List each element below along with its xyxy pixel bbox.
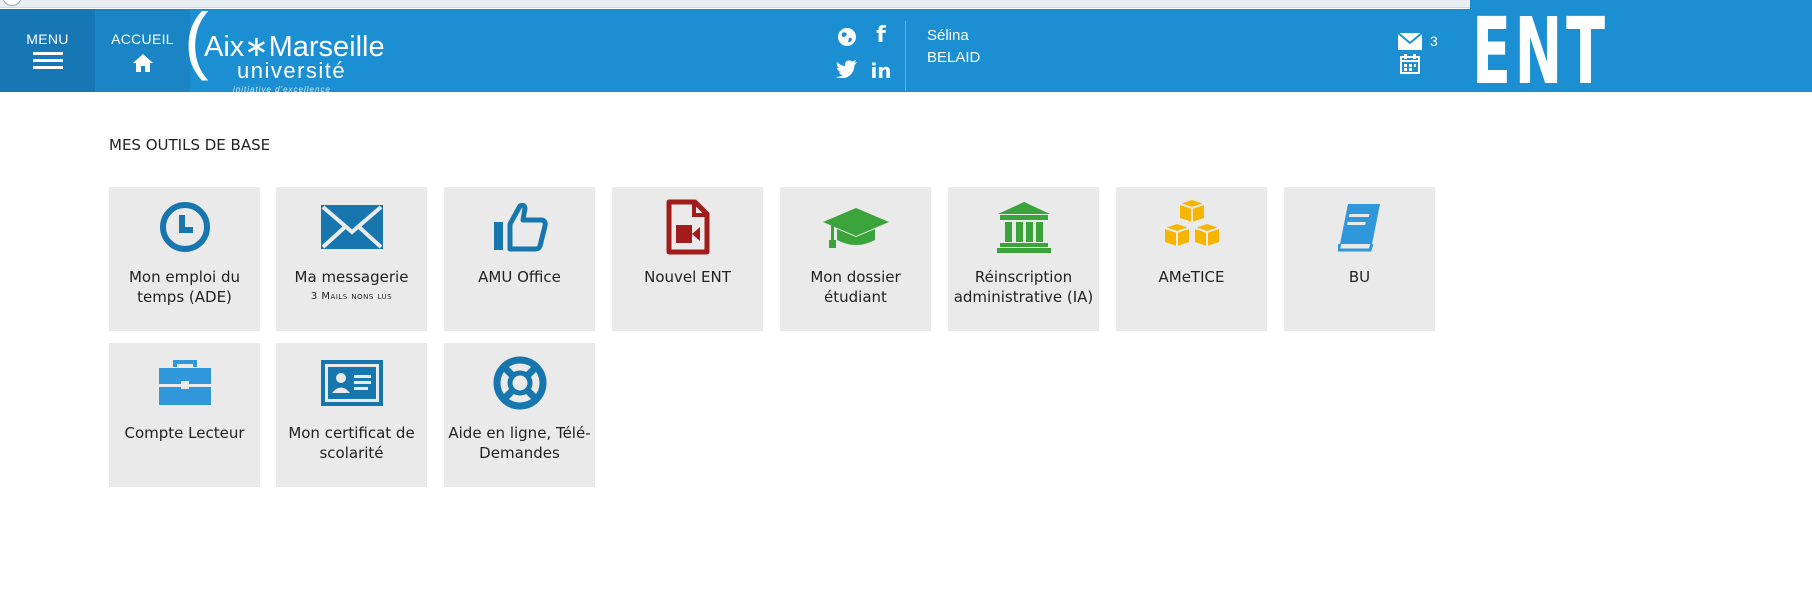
hamburger-icon bbox=[32, 52, 63, 69]
tile-label: Aide en ligne, Télé-Demandes bbox=[448, 424, 591, 462]
home-button[interactable]: ACCUEIL bbox=[95, 9, 190, 92]
tile-aide-en-ligne[interactable]: Aide en ligne, Télé-Demandes bbox=[444, 343, 595, 487]
facebook-icon[interactable]: f bbox=[869, 23, 893, 48]
tile-label: Mon dossier étudiant bbox=[810, 268, 901, 306]
user-first-name: Sélina bbox=[927, 27, 969, 44]
mail-icon[interactable] bbox=[1398, 33, 1422, 50]
life-ring-icon bbox=[493, 356, 546, 410]
ent-banner[interactable]: ENT bbox=[1470, 0, 1812, 98]
book-icon bbox=[1337, 204, 1380, 252]
tile-messagerie[interactable]: Ma messagerie 3 Mails nons lus bbox=[276, 187, 427, 331]
tile-label: AMeTICE bbox=[1158, 268, 1225, 286]
logo-tagline: initiative d'excellence bbox=[233, 85, 331, 94]
globe-icon[interactable] bbox=[835, 25, 859, 49]
unread-count-label: 3 Mails nons lus bbox=[310, 291, 393, 302]
social-links: f in bbox=[835, 21, 905, 85]
tile-label: Mon certificat de scolarité bbox=[288, 424, 415, 462]
menu-button[interactable]: MENU bbox=[0, 9, 95, 92]
menu-label: MENU bbox=[26, 31, 69, 47]
institution-icon bbox=[996, 202, 1051, 253]
tile-label: BU bbox=[1348, 268, 1371, 286]
tile-label: Nouvel ENT bbox=[644, 268, 731, 286]
tile-bu[interactable]: BU bbox=[1284, 187, 1435, 331]
linkedin-icon[interactable]: in bbox=[869, 59, 893, 83]
user-name[interactable]: Sélina BELAID bbox=[927, 25, 980, 69]
tile-label: Réinscription administrative (IA) bbox=[953, 268, 1094, 306]
tile-label: Compte Lecteur bbox=[124, 424, 245, 442]
home-icon bbox=[132, 54, 153, 72]
tile-compte-lecteur[interactable]: Compte Lecteur bbox=[109, 343, 260, 487]
cubes-icon bbox=[1164, 200, 1219, 246]
top-header: MENU ACCUEIL ( Aix∗Marseille université … bbox=[0, 0, 1812, 98]
tile-ametice[interactable]: AMeTICE bbox=[1116, 187, 1267, 331]
clock-icon bbox=[159, 202, 210, 252]
user-last-name: BELAID bbox=[927, 49, 981, 66]
tile-label: AMU Office bbox=[478, 268, 561, 286]
tile-nouvel-ent[interactable]: Nouvel ENT bbox=[612, 187, 763, 331]
tile-label-group: Ma messagerie 3 Mails nons lus bbox=[280, 267, 423, 305]
tile-reinscription[interactable]: Réinscription administrative (IA) bbox=[948, 187, 1099, 331]
thumbs-up-icon bbox=[493, 202, 548, 252]
tile-dossier-etudiant[interactable]: Mon dossier étudiant bbox=[780, 187, 931, 331]
mail-count: 3 bbox=[1430, 33, 1438, 49]
tile-amu-office[interactable]: AMU Office bbox=[444, 187, 595, 331]
home-label: ACCUEIL bbox=[111, 31, 174, 47]
logo-line2: université bbox=[237, 58, 347, 83]
video-file-icon bbox=[666, 199, 709, 255]
tile-certificat-scolarite[interactable]: Mon certificat de scolarité bbox=[276, 343, 427, 487]
amu-logo[interactable]: ( Aix∗Marseille université initiative d'… bbox=[184, 3, 424, 95]
section-title: MES OUTILS DE BASE bbox=[109, 136, 271, 154]
twitter-icon[interactable] bbox=[835, 57, 859, 81]
tile-label: Mon emploi du temps (ADE) bbox=[128, 268, 241, 306]
calendar-icon[interactable] bbox=[1400, 54, 1420, 74]
tile-label: Ma messagerie bbox=[294, 268, 409, 286]
ent-label: ENT bbox=[1472, 0, 1609, 105]
tile-emploi-du-temps[interactable]: Mon emploi du temps (ADE) bbox=[109, 187, 260, 331]
circle-icon bbox=[2, 0, 22, 6]
envelope-icon bbox=[320, 205, 383, 249]
graduation-cap-icon bbox=[822, 208, 889, 248]
id-card-icon bbox=[320, 360, 383, 406]
header-divider bbox=[905, 21, 906, 91]
briefcase-icon bbox=[158, 360, 211, 405]
